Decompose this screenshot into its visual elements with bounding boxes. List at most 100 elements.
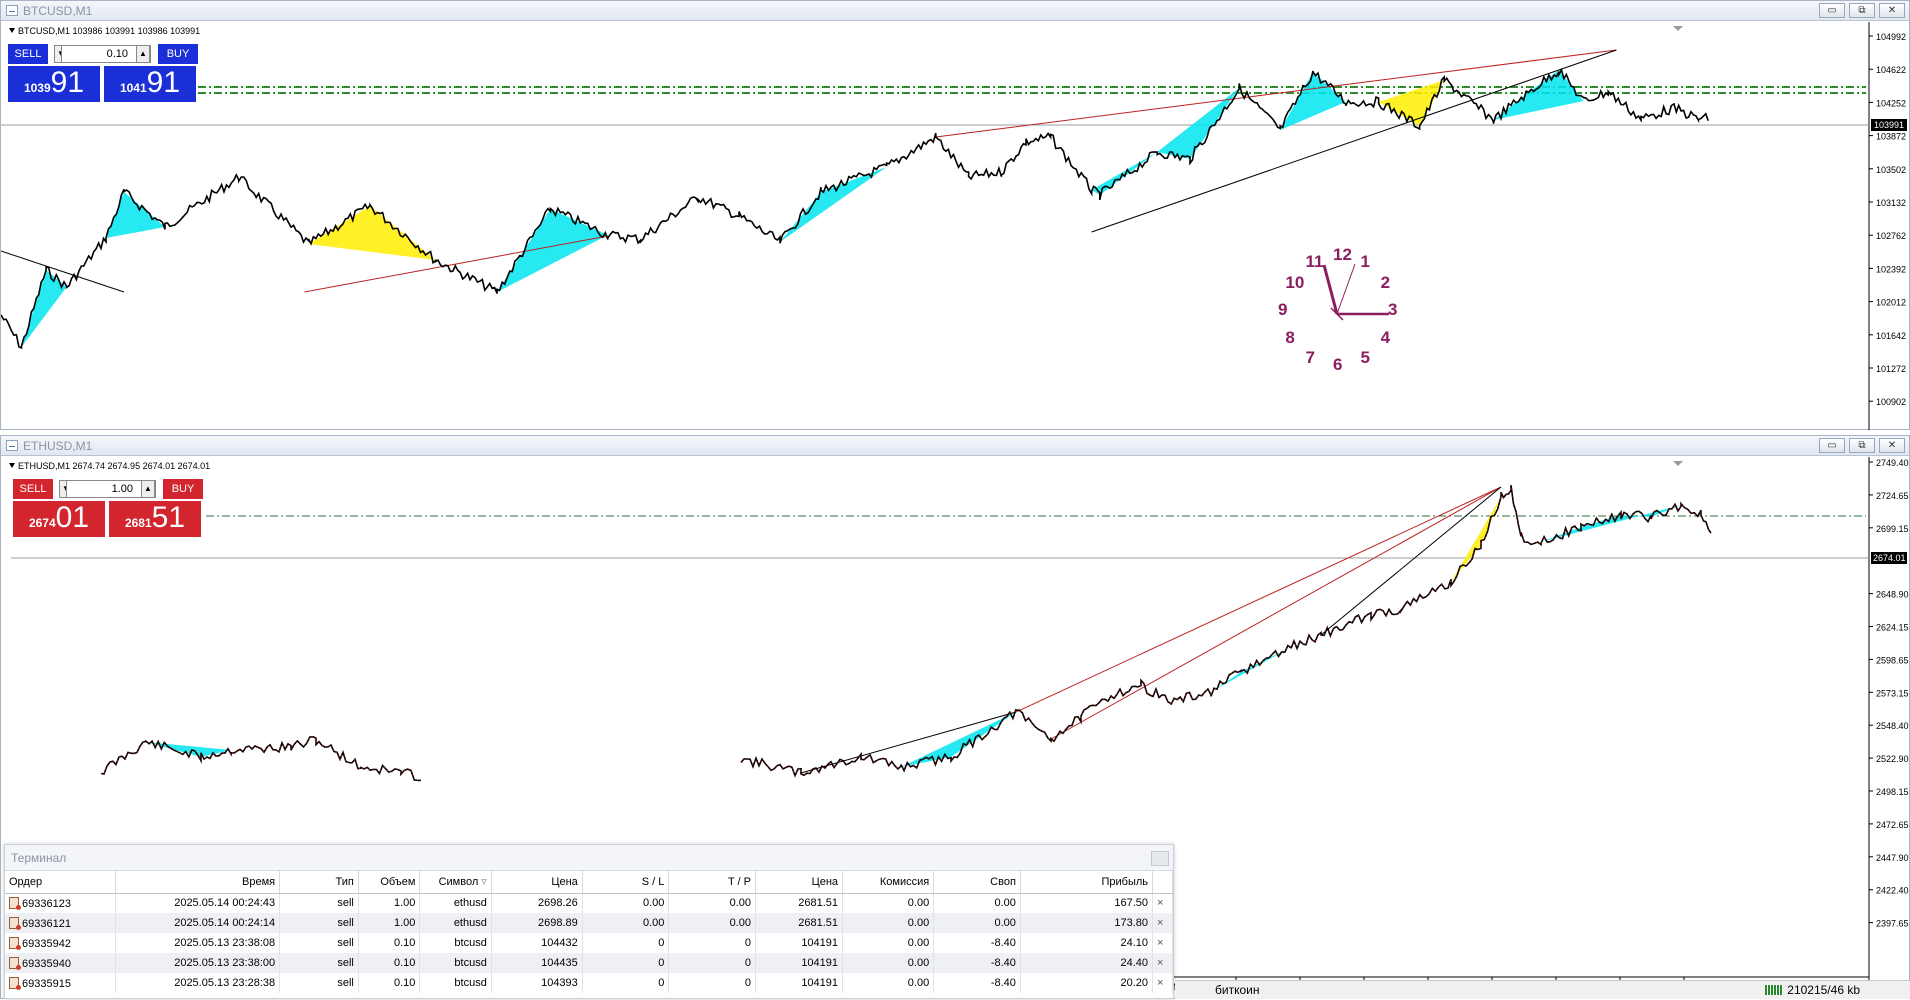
table-cell: 0.00	[842, 933, 935, 953]
table-cell: 20.20	[1020, 973, 1154, 993]
price-axis-label: 2648.90	[1876, 590, 1909, 600]
column-header[interactable]: S / L	[582, 871, 670, 894]
price-axis-label: 2724.65	[1876, 491, 1909, 501]
table-cell: 173.80	[1020, 913, 1154, 933]
table-cell: 69336123	[5, 893, 117, 913]
minimize-button[interactable]: ▭	[1819, 438, 1845, 453]
btc-chart-window[interactable]: BTCUSD,M1 ▭ ⧉ ✕ 104992 104622 104252 103872…	[0, 0, 1910, 430]
column-header[interactable]: Прибыль	[1020, 871, 1154, 894]
price-axis-label: 104992	[1876, 32, 1906, 42]
price-axis-label: 104622	[1876, 65, 1906, 75]
column-header[interactable]: Символ ▿	[419, 871, 492, 894]
btc-price-chart[interactable]: 104992 104622 104252 103872 103502 103132 1027…	[1, 22, 1909, 430]
close-button[interactable]: ✕	[1879, 438, 1905, 453]
connection-bars-icon	[1765, 985, 1784, 995]
dropdown-triangle-icon	[9, 28, 15, 33]
table-cell: 0.10	[358, 973, 421, 993]
pattern-fill	[1157, 88, 1240, 159]
pattern-fill	[1211, 647, 1291, 692]
orders-header-row: Ордер Время Тип Объем Символ ▿ Цена S / LT / P…	[5, 871, 1173, 894]
btc-ohlc-text: BTCUSD,M1 103986 103991 103986 103991	[18, 26, 201, 36]
btc-one-click-trading: SELL ▼ 0.10 ▲ BUY 103991 104191	[8, 44, 198, 102]
pattern-fill	[1541, 505, 1681, 542]
eth-buy-button[interactable]: BUY	[163, 479, 203, 499]
close-order-icon[interactable]: ×	[1152, 933, 1173, 953]
table-cell: 104191	[755, 953, 844, 973]
price-axis-label: 2522.90	[1876, 754, 1909, 764]
table-cell: 104191	[755, 933, 844, 953]
table-cell: 0.00	[842, 893, 935, 913]
btc-window-titlebar[interactable]: BTCUSD,M1 ▭ ⧉ ✕	[1, 1, 1909, 21]
current-price-label: 103991	[1874, 120, 1904, 130]
column-header[interactable]: Цена	[491, 871, 583, 894]
chart-window-icon	[6, 440, 18, 451]
table-cell: btcusd	[419, 953, 492, 973]
column-header[interactable]: Время	[115, 871, 281, 894]
column-header[interactable]: Своп	[933, 871, 1021, 894]
table-row[interactable]: 69336121 2025.05.14 00:24:14 sell 1.00 ethus…	[5, 913, 1173, 933]
column-header[interactable]: Комиссия	[842, 871, 935, 894]
terminal-close-icon[interactable]	[1151, 851, 1169, 866]
order-id: 69335942	[22, 937, 71, 950]
column-header[interactable]: Ордер	[5, 871, 117, 894]
restore-button[interactable]: ⧉	[1849, 438, 1875, 453]
chart-window-icon	[6, 5, 18, 16]
table-cell: 0	[582, 953, 670, 973]
table-cell: sell	[279, 913, 359, 933]
eth-sell-button[interactable]: SELL	[13, 479, 53, 499]
eth-buy-price-big: 51	[151, 501, 186, 534]
clock-hour-hand	[1322, 264, 1339, 315]
lot-increase-icon[interactable]: ▲	[141, 480, 155, 498]
pattern-fill	[780, 167, 887, 242]
btc-sell-button[interactable]: SELL	[8, 44, 48, 64]
sort-arrow-icon: ▿	[478, 876, 487, 889]
table-row[interactable]: 69335940 2025.05.13 23:38:00 sell 0.10 btcus…	[5, 953, 1173, 973]
eth-buy-price-small: 2681	[124, 516, 152, 530]
btc-buy-button[interactable]: BUY	[158, 44, 198, 64]
restore-button[interactable]: ⧉	[1849, 3, 1875, 18]
price-axis-label: 102012	[1876, 298, 1906, 308]
table-cell: 2025.05.13 23:38:08	[115, 933, 281, 953]
table-cell: 0	[668, 973, 756, 993]
eth-buy-price[interactable]: 268151	[109, 501, 201, 537]
close-order-icon[interactable]: ×	[1152, 913, 1173, 933]
column-header[interactable]: Тип	[279, 871, 359, 894]
btc-sell-price[interactable]: 103991	[8, 66, 100, 102]
minimize-button[interactable]: ▭	[1819, 3, 1845, 18]
table-cell: sell	[279, 893, 359, 913]
close-order-icon[interactable]: ×	[1152, 893, 1173, 913]
eth-sell-price-big: 01	[55, 501, 90, 534]
table-cell: 167.50	[1020, 893, 1154, 913]
orders-body: 69336123 2025.05.14 00:24:43 sell 1.00 ethus…	[5, 893, 1173, 993]
terminal-panel[interactable]: Терминал Ордер Время Тип Объем Символ ▿ Цена S…	[4, 844, 1174, 999]
close-order-icon[interactable]: ×	[1152, 973, 1173, 993]
table-row[interactable]: 69335942 2025.05.13 23:38:08 sell 0.10 btcus…	[5, 933, 1173, 953]
column-header[interactable]: Объем	[358, 871, 421, 894]
table-row[interactable]: 69336123 2025.05.14 00:24:43 sell 1.00 ethus…	[5, 893, 1173, 913]
table-cell: ethusd	[419, 913, 492, 933]
table-cell: 69335942	[5, 933, 117, 953]
traffic-text: 210215/46 kb	[1787, 983, 1860, 997]
close-order-icon[interactable]: ×	[1152, 953, 1173, 973]
sell-order-icon	[9, 956, 21, 970]
btc-buy-price[interactable]: 104191	[104, 66, 196, 102]
table-row[interactable]: 69335915 2025.05.13 23:28:38 sell 0.10 btcus…	[5, 973, 1173, 993]
eth-window-titlebar[interactable]: ETHUSD,M1 ▭ ⧉ ✕	[1, 436, 1909, 456]
column-header-blank	[1152, 871, 1173, 894]
close-button[interactable]: ✕	[1879, 3, 1905, 18]
btc-chart-canvas[interactable]: 104992 104622 104252 103872 103502 103132 1027…	[1, 22, 1909, 430]
column-header[interactable]: T / P	[668, 871, 756, 894]
eth-sell-price[interactable]: 267401	[13, 501, 105, 537]
price-axis-label: 103132	[1876, 198, 1906, 208]
lot-increase-icon[interactable]: ▲	[136, 45, 150, 63]
btc-price-series	[1, 67, 1709, 350]
price-axis-label: 2548.40	[1876, 721, 1909, 731]
column-header[interactable]: Цена	[755, 871, 844, 894]
table-cell: 69335940	[5, 953, 117, 973]
table-cell: 0.00	[842, 973, 935, 993]
status-symbol-text: биткоин	[1215, 983, 1260, 997]
table-cell: 2025.05.14 00:24:14	[115, 913, 281, 933]
table-cell: 69336121	[5, 913, 117, 933]
table-cell: sell	[279, 973, 359, 993]
price-axis-label: 2498.15	[1876, 787, 1909, 797]
